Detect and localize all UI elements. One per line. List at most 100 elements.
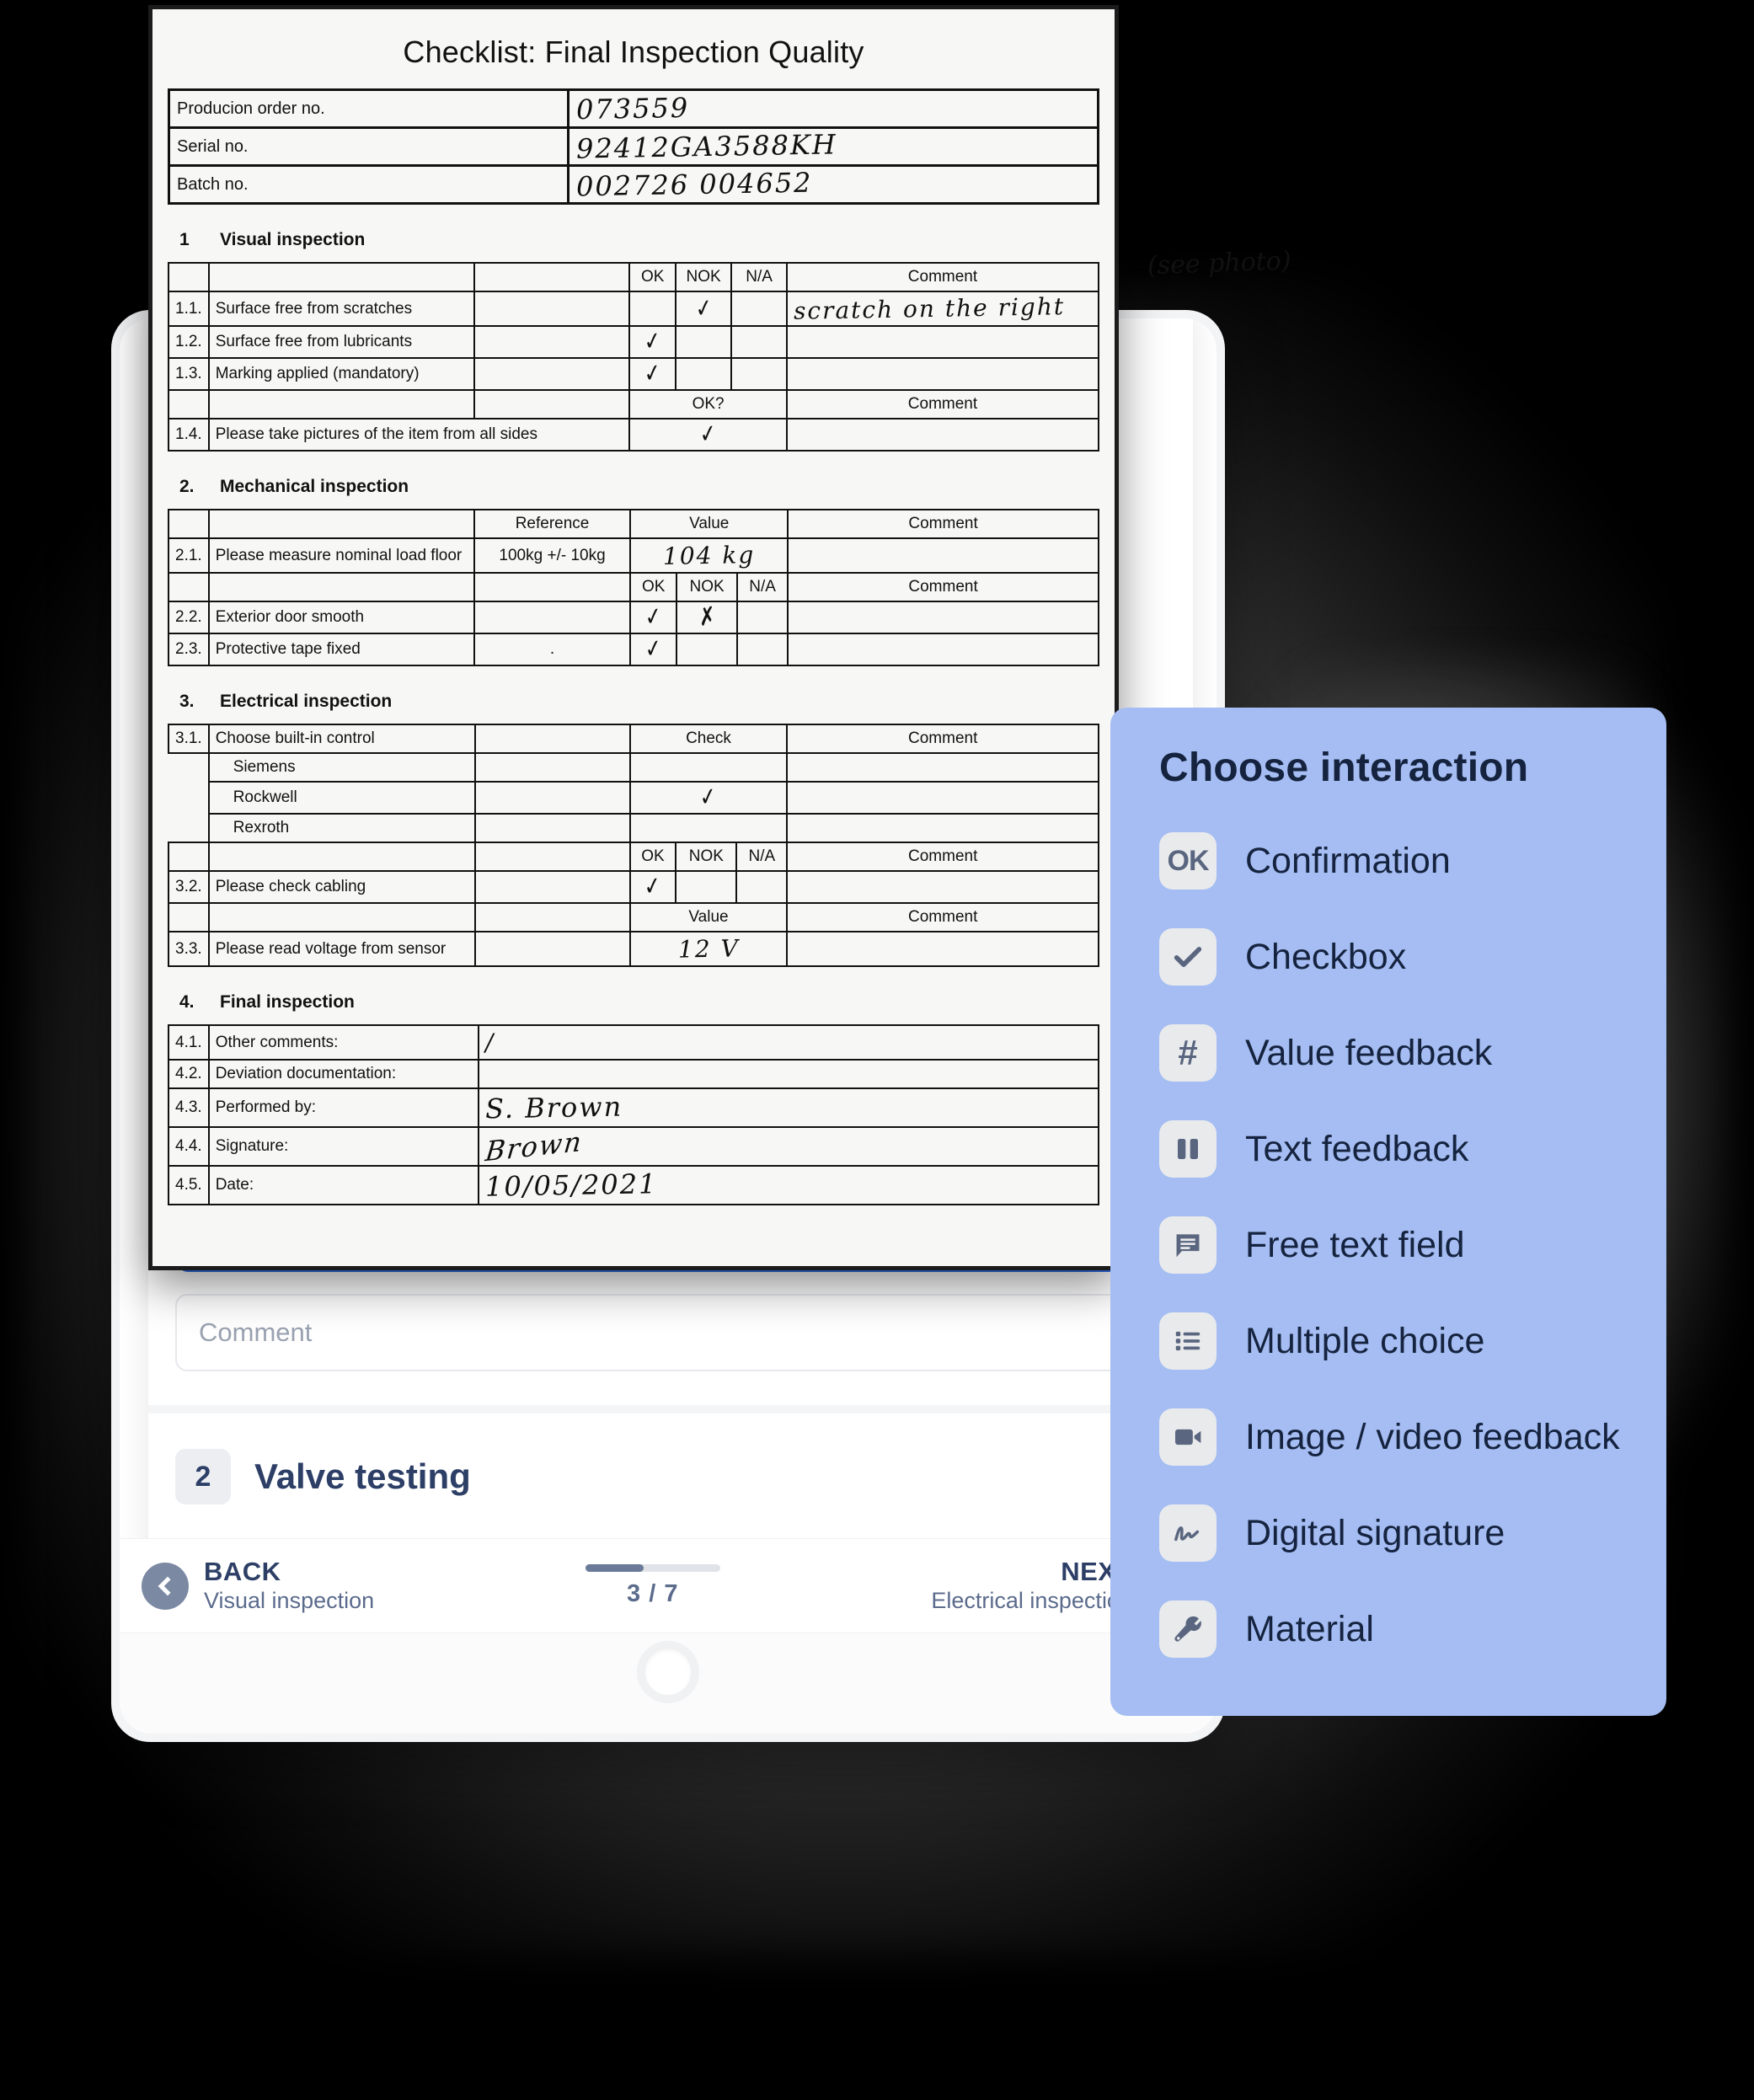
cell-date: 10/05/2021 [484, 1168, 658, 1203]
table-row: 1.1. Surface free from scratches ✓ scrat… [168, 291, 1100, 327]
section-2-table: Reference Value Comment 2.1. Please meas… [168, 509, 1099, 666]
section-heading-1: 1 Visual inspection [179, 230, 1099, 250]
wizard-footer-nav: BACK Visual inspection 3 / 7 NEXT Electr… [120, 1538, 1217, 1632]
checkmark-icon [1159, 928, 1217, 986]
table-header-row: Value Comment [168, 902, 1099, 932]
hash-icon: # [1159, 1024, 1217, 1082]
table-row: Serial no. 92412GA3588KH [167, 126, 1099, 167]
row-no: 1.3. [168, 357, 210, 391]
row-text: Please read voltage from sensor [207, 931, 476, 967]
header-value-1: 92412GA3588KH [567, 126, 1099, 167]
interaction-item-free-text[interactable]: Free text field [1159, 1197, 1666, 1293]
cell-comment: scratch on the right [793, 292, 1066, 325]
cell-ok: ✓ [643, 633, 664, 665]
wrench-icon [1159, 1600, 1217, 1658]
cell-value: 104 kg [662, 541, 756, 570]
col-na: N/A [735, 842, 789, 872]
col-nok: NOK [675, 842, 738, 872]
row-text: Surface free from lubricants [207, 325, 476, 359]
interaction-item-material[interactable]: Material [1159, 1581, 1666, 1677]
interaction-item-confirmation[interactable]: OK Confirmation [1159, 813, 1666, 909]
text-columns-icon [1159, 1120, 1217, 1178]
interaction-item-text-feedback[interactable]: Text feedback [1159, 1101, 1666, 1197]
checklist-header-table: Producion order no. 073559 Serial no. 92… [167, 88, 1099, 205]
col-ok-q: OK? [628, 389, 788, 419]
interaction-item-checkbox[interactable]: Checkbox [1159, 909, 1666, 1005]
section-heading-4: 4. Final inspection [179, 992, 1099, 1013]
cell-ok: ✓ [643, 871, 663, 902]
table-header-row: OK NOK N/A Comment [168, 572, 1099, 602]
table-row: Producion order no. 073559 [167, 88, 1099, 129]
col-ok: OK [628, 262, 677, 292]
col-ok: OK [628, 842, 677, 872]
table-header-row: OK NOK N/A Comment [168, 842, 1099, 872]
col-nok: NOK [676, 572, 739, 602]
col-comment: Comment [787, 509, 1099, 539]
row-text: Exterior door smooth [207, 601, 475, 634]
col-na: N/A [736, 572, 789, 602]
cell-signature: Brown [484, 1125, 585, 1168]
cell-comment [787, 633, 1099, 666]
back-nav-text: BACK Visual inspection [204, 1557, 374, 1614]
next-label: NEXT [1061, 1557, 1132, 1587]
step-number: 2 [175, 1449, 231, 1504]
back-label: BACK [204, 1557, 281, 1587]
interaction-label: Material [1245, 1608, 1374, 1649]
cell-comment [786, 813, 1099, 843]
table-row: 4.1. Other comments: / [168, 1024, 1100, 1061]
cell-value: 12 V [677, 934, 740, 964]
row-text: Surface free from scratches [207, 291, 476, 327]
interaction-label: Free text field [1245, 1224, 1465, 1265]
row-text: Deviation documentation: [207, 1059, 479, 1089]
interaction-label: Multiple choice [1245, 1320, 1485, 1361]
interaction-label: Text feedback [1245, 1128, 1469, 1169]
table-row: 4.5. Date: 10/05/2021 [168, 1165, 1100, 1205]
row-text: Performed by: [207, 1087, 479, 1128]
next-sublabel: Electrical inspection [931, 1588, 1132, 1614]
table-row: 4.4. Signature: Brown [168, 1125, 1100, 1168]
col-nok: NOK [675, 262, 733, 292]
section-number-1: 1 [179, 230, 190, 249]
interaction-item-image-video[interactable]: Image / video feedback [1159, 1389, 1666, 1485]
cell-comment [786, 752, 1099, 783]
chevron-left-icon[interactable] [142, 1562, 189, 1610]
row-no: 4.3. [168, 1087, 210, 1128]
interaction-item-digital-signature[interactable]: Digital signature [1159, 1485, 1666, 1581]
row-text: Protective tape fixed [207, 633, 475, 666]
row-no: 3.2. [168, 870, 210, 904]
col-check: Check [628, 724, 789, 754]
table-row: Siemens [168, 752, 1099, 783]
col-value: Value [628, 902, 789, 932]
row-text: Marking applied (mandatory) [207, 357, 476, 391]
paper-checklist-document: Checklist: Final Inspection Quality Prod… [148, 5, 1119, 1270]
header-value-0: 073559 [567, 88, 1099, 129]
interaction-label: Value feedback [1245, 1032, 1493, 1073]
section-3-table: 3.1. Choose built-in control Check Comme… [168, 724, 1099, 967]
progress-text: 3 / 7 [627, 1579, 679, 1607]
back-sublabel: Visual inspection [204, 1588, 375, 1614]
row-text: Please take pictures of the item from al… [207, 418, 631, 452]
row-no: 1.2. [168, 325, 210, 359]
table-row: 1.2. Surface free from lubricants ✓ [168, 325, 1100, 359]
comment-input[interactable]: Comment [175, 1294, 1166, 1371]
home-button[interactable] [637, 1641, 699, 1703]
table-row: 3.3. Please read voltage from sensor 12 … [168, 931, 1099, 967]
row-text: Siemens [207, 752, 476, 783]
section-title-2: Mechanical inspection [220, 477, 409, 496]
cell-comment [787, 537, 1099, 574]
cell-reference: 100kg +/- 10kg [473, 537, 632, 574]
section-title-3: Electrical inspection [220, 692, 393, 711]
interaction-label: Confirmation [1245, 840, 1451, 881]
col-na: N/A [730, 262, 788, 292]
row-text: Date: [207, 1165, 479, 1205]
table-row: 1.3. Marking applied (mandatory) ✓ [168, 357, 1100, 391]
table-row: Rockwell ✓ [168, 781, 1099, 815]
cell-ok: ✓ [642, 326, 663, 357]
back-nav[interactable]: BACK Visual inspection [142, 1557, 374, 1614]
section-number-4: 4. [179, 992, 195, 1012]
step-header: 2 Valve testing [148, 1413, 1193, 1504]
interaction-item-multiple-choice[interactable]: Multiple choice [1159, 1293, 1666, 1389]
interaction-item-value-feedback[interactable]: # Value feedback [1159, 1005, 1666, 1101]
row-no: 4.2. [168, 1059, 210, 1089]
row-no: 3.1. [168, 724, 210, 754]
